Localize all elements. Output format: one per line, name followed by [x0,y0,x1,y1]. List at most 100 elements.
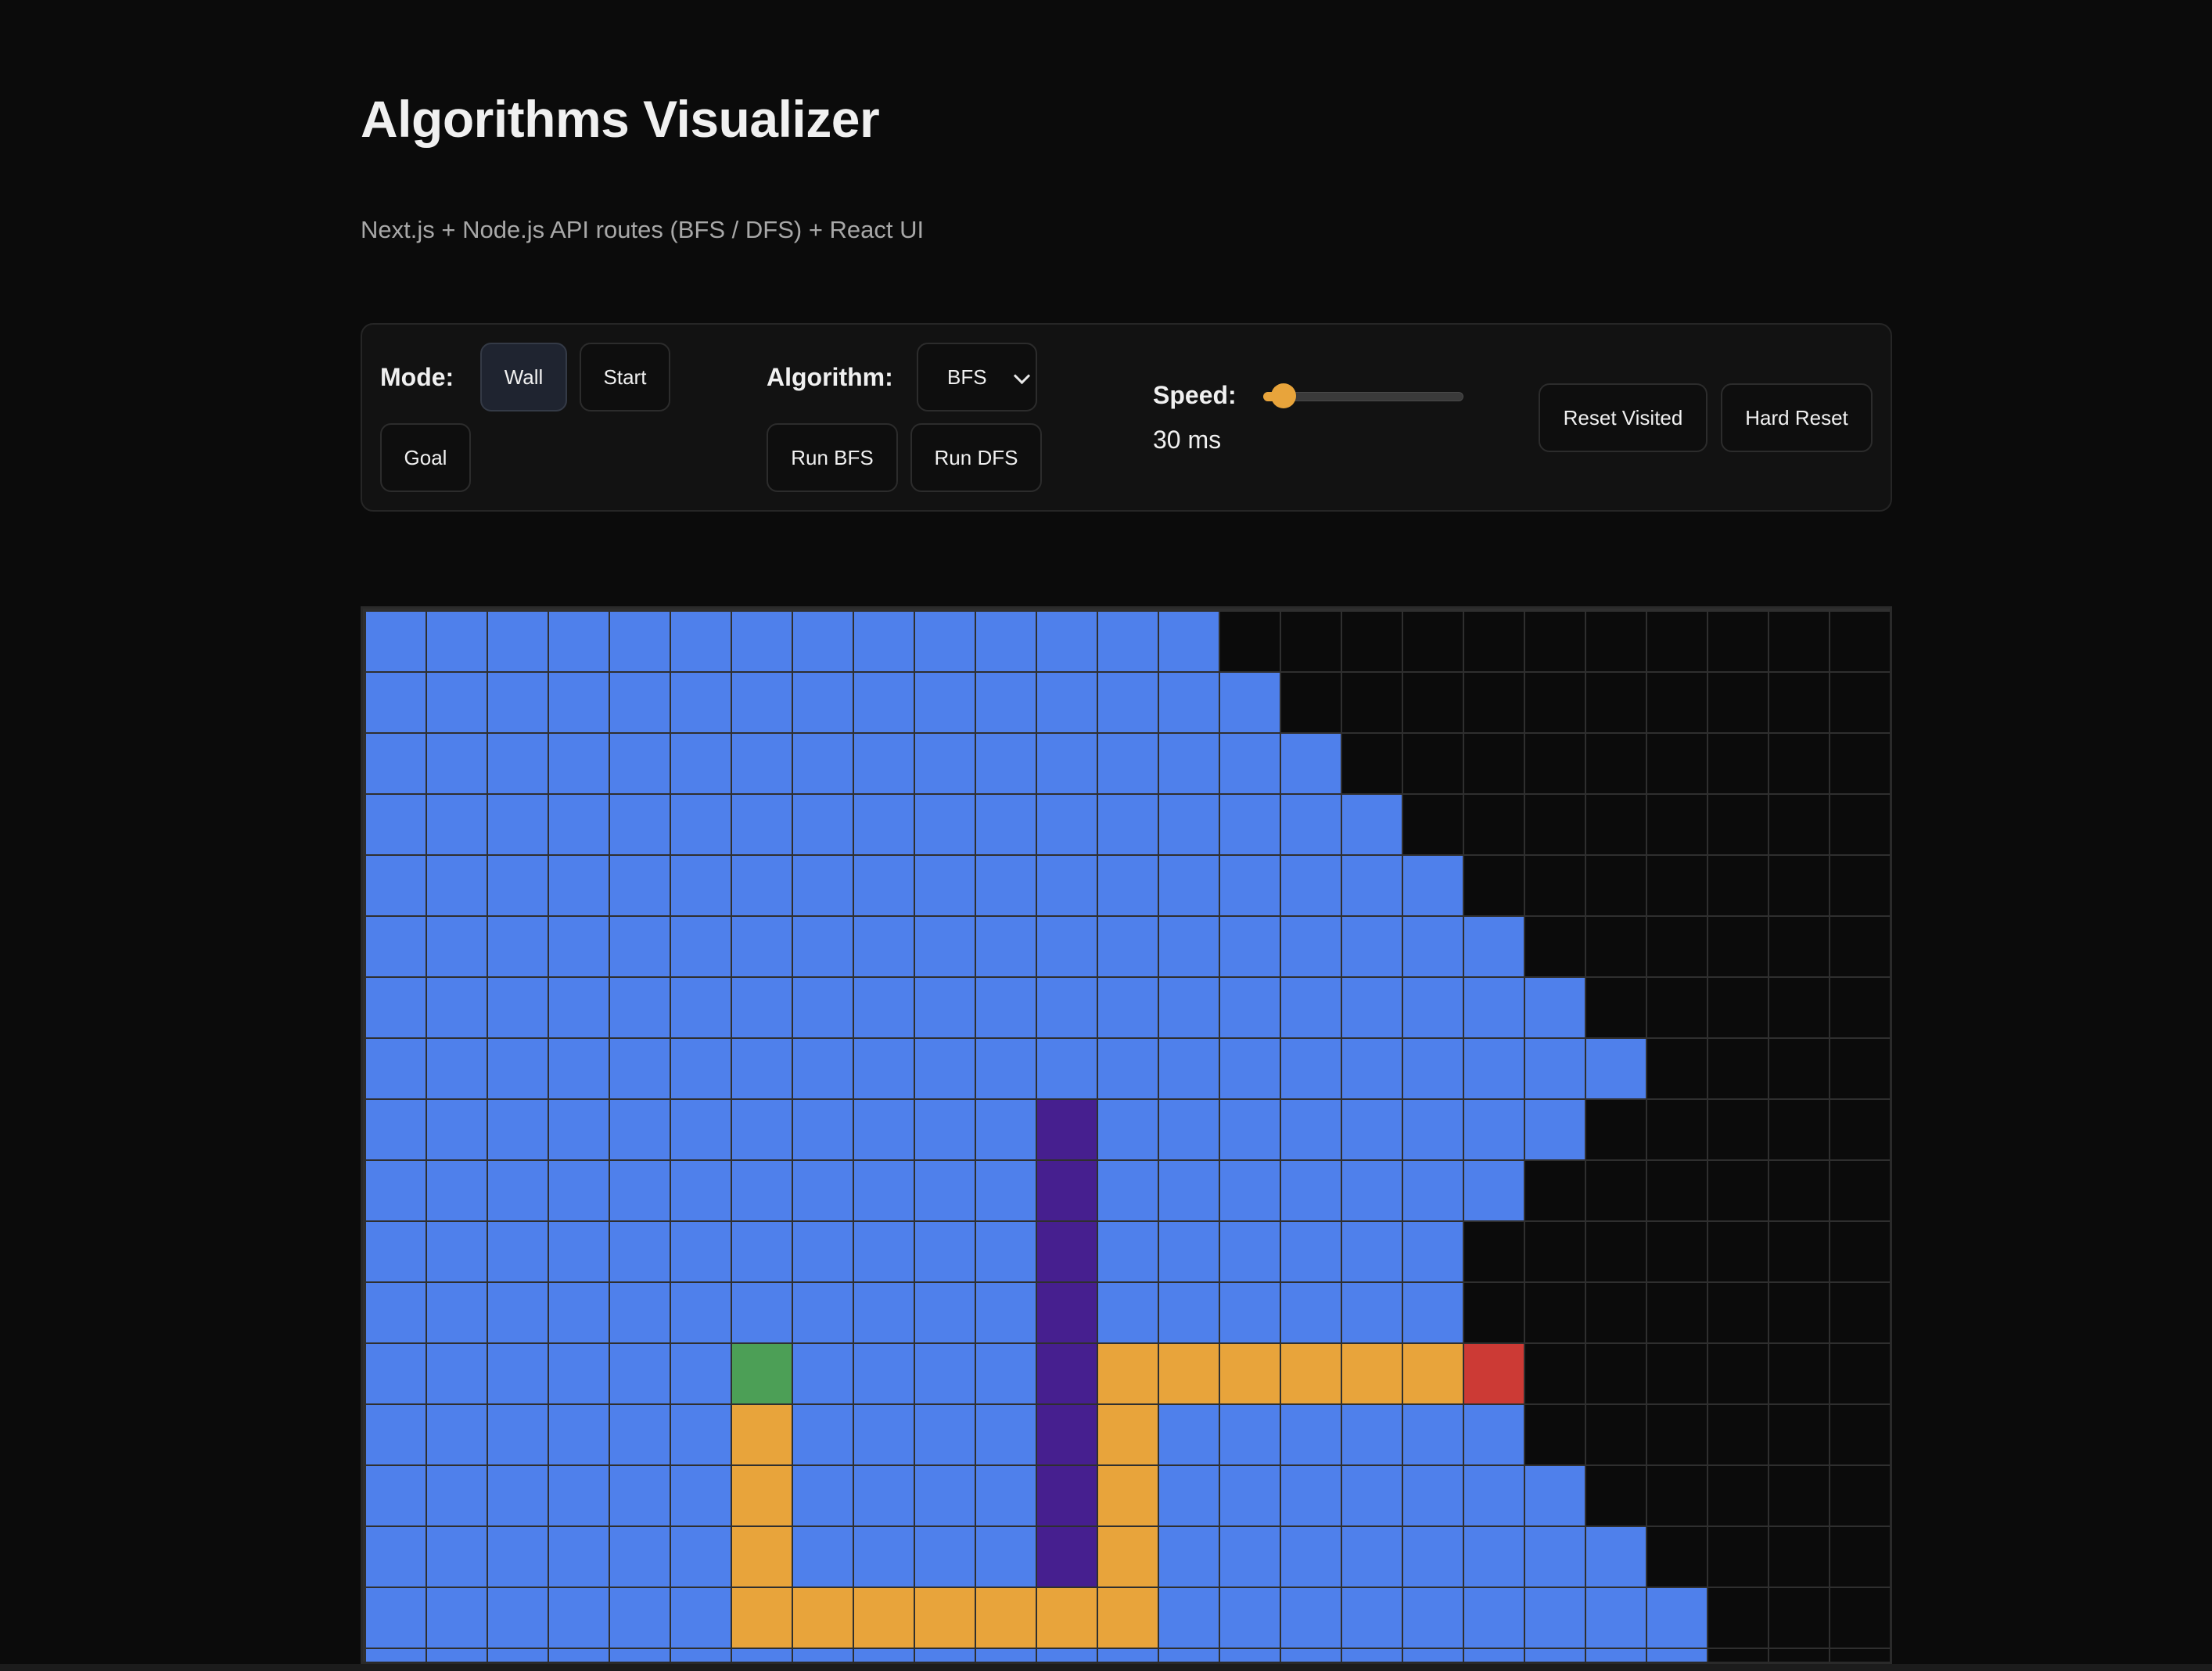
grid-cell-empty[interactable] [1585,793,1647,856]
grid-cell-visited[interactable] [609,1342,671,1405]
grid-cell-visited[interactable] [1341,854,1403,917]
grid-cell-visited[interactable] [426,915,488,978]
grid-cell-empty[interactable] [1707,793,1769,856]
grid-cell-empty[interactable] [1707,1648,1769,1662]
grid-cell-visited[interactable] [1341,1220,1403,1283]
grid-cell-visited[interactable] [364,793,427,856]
grid-cell-empty[interactable] [1646,1464,1708,1527]
grid-cell-visited[interactable] [1280,1098,1342,1161]
grid-cell-wall[interactable] [1036,1464,1098,1527]
grid-cell-empty[interactable] [1768,1587,1830,1649]
grid-cell-visited[interactable] [1036,1648,1098,1662]
grid-cell-visited[interactable] [487,1648,549,1662]
grid-cell-visited[interactable] [731,1159,793,1222]
grid-cell-visited[interactable] [426,1037,488,1100]
grid-cell-visited[interactable] [731,671,793,734]
grid-cell-empty[interactable] [1707,610,1769,673]
grid-cell-path[interactable] [1158,1342,1220,1405]
grid-cell-visited[interactable] [853,1281,915,1344]
grid-cell-path[interactable] [1097,1342,1159,1405]
grid-cell-visited[interactable] [792,1281,854,1344]
grid-cell-visited[interactable] [792,854,854,917]
grid-cell-visited[interactable] [853,610,915,673]
grid-cell-visited[interactable] [1463,1159,1525,1222]
grid-cell-visited[interactable] [731,1037,793,1100]
grid-cell-visited[interactable] [426,671,488,734]
grid-cell-visited[interactable] [792,1464,854,1527]
grid-cell-visited[interactable] [364,1220,427,1283]
grid-cell-empty[interactable] [1707,1220,1769,1283]
grid-cell-visited[interactable] [1402,1159,1464,1222]
grid-cell-empty[interactable] [1463,793,1525,856]
grid-cell-visited[interactable] [914,1159,976,1222]
reset-visited-button[interactable]: Reset Visited [1539,383,1707,452]
grid-cell-visited[interactable] [670,671,732,734]
grid-cell-path[interactable] [914,1587,976,1649]
grid-cell-visited[interactable] [548,793,610,856]
grid-cell-visited[interactable] [1219,1098,1281,1161]
grid-cell-visited[interactable] [1097,854,1159,917]
grid-cell-visited[interactable] [426,1159,488,1222]
grid-cell-visited[interactable] [364,1587,427,1649]
grid-cell-empty[interactable] [1707,1587,1769,1649]
grid-cell-path[interactable] [1036,1587,1098,1649]
grid-cell-visited[interactable] [548,976,610,1039]
grid-cell-empty[interactable] [1707,915,1769,978]
grid-cell-visited[interactable] [426,1403,488,1466]
grid-cell-visited[interactable] [1524,976,1586,1039]
speed-slider-thumb[interactable] [1271,383,1296,408]
grid-cell-visited[interactable] [792,1037,854,1100]
grid-cell-visited[interactable] [487,976,549,1039]
grid-cell-empty[interactable] [1402,671,1464,734]
grid-cell-visited[interactable] [1280,1648,1342,1662]
grid-cell-path[interactable] [1097,1525,1159,1588]
grid-cell-visited[interactable] [1158,976,1220,1039]
grid-cell-visited[interactable] [975,1342,1037,1405]
grid-cell-visited[interactable] [548,671,610,734]
grid-cell-empty[interactable] [1707,732,1769,795]
grid-cell-path[interactable] [1097,1464,1159,1527]
run-dfs-button[interactable]: Run DFS [910,423,1042,492]
grid-cell-visited[interactable] [1158,732,1220,795]
grid-cell-visited[interactable] [1036,915,1098,978]
grid-cell-visited[interactable] [1402,1403,1464,1466]
grid-cell-visited[interactable] [1280,854,1342,917]
grid-cell-visited[interactable] [609,1281,671,1344]
grid-cell-visited[interactable] [548,1220,610,1283]
grid-cell-visited[interactable] [487,1525,549,1588]
grid-cell-visited[interactable] [853,1220,915,1283]
grid-cell-empty[interactable] [1768,915,1830,978]
grid-cell-visited[interactable] [426,854,488,917]
grid-cell-visited[interactable] [975,732,1037,795]
grid-cell-path[interactable] [1097,1587,1159,1649]
grid-cell-visited[interactable] [364,1648,427,1662]
grid-cell-visited[interactable] [1463,1098,1525,1161]
grid-cell-visited[interactable] [670,1281,732,1344]
grid-cell-path[interactable] [1402,1342,1464,1405]
grid-cell-empty[interactable] [1768,1403,1830,1466]
grid-cell-visited[interactable] [1402,1281,1464,1344]
grid-cell-empty[interactable] [1829,1281,1890,1344]
grid-cell-visited[interactable] [1402,915,1464,978]
grid-cell-visited[interactable] [1280,1525,1342,1588]
grid-cell-visited[interactable] [609,1525,671,1588]
grid-cell-visited[interactable] [731,854,793,917]
grid-cell-visited[interactable] [548,1342,610,1405]
grid-cell-visited[interactable] [1402,1464,1464,1527]
grid-cell-visited[interactable] [548,1098,610,1161]
grid-cell-visited[interactable] [914,732,976,795]
grid-cell-empty[interactable] [1646,1220,1708,1283]
grid-cell-visited[interactable] [670,1464,732,1527]
grid-cell-visited[interactable] [975,1403,1037,1466]
grid-cell-visited[interactable] [1280,732,1342,795]
grid-cell-visited[interactable] [426,732,488,795]
grid-cell-visited[interactable] [487,1403,549,1466]
grid-cell-visited[interactable] [1036,732,1098,795]
grid-cell-visited[interactable] [1158,1464,1220,1527]
grid-cell-visited[interactable] [609,915,671,978]
grid-cell-visited[interactable] [1280,1587,1342,1649]
grid-cell-visited[interactable] [609,976,671,1039]
grid-cell-visited[interactable] [487,1220,549,1283]
grid-cell-visited[interactable] [1280,976,1342,1039]
grid-cell-visited[interactable] [548,1403,610,1466]
